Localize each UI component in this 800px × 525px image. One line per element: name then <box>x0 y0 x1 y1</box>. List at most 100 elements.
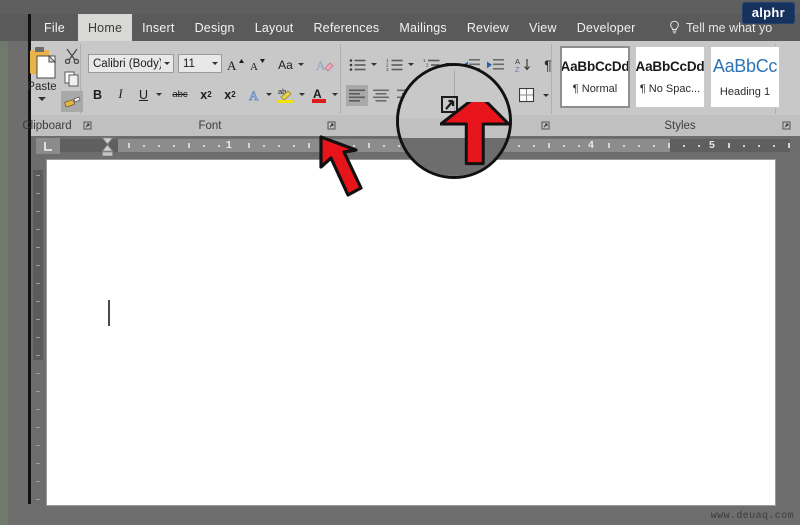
ribbon-tab-review[interactable]: Review <box>457 14 519 41</box>
font-color-caret[interactable] <box>329 84 340 105</box>
style-card-2[interactable]: AaBbCc Heading 1 <box>710 46 780 108</box>
style-card-0[interactable]: AaBbCcDd ¶ Normal <box>560 46 630 108</box>
svg-text:A: A <box>313 87 322 101</box>
ribbon-tab-file[interactable]: File <box>31 14 78 41</box>
ruler-tick <box>623 145 625 147</box>
borders-icon <box>519 88 535 103</box>
ruler-tick <box>698 145 700 147</box>
font-dialog-launcher[interactable] <box>327 121 336 130</box>
change-case-label: Aa <box>278 57 293 72</box>
style-card-1[interactable]: AaBbCcDd ¶ No Spac... <box>635 46 705 108</box>
format-painter-button[interactable] <box>61 91 83 112</box>
vertical-ruler-tick <box>36 175 40 176</box>
ribbon-tab-insert[interactable]: Insert <box>132 14 184 41</box>
text-effects-caret[interactable] <box>263 84 274 105</box>
font-color-button[interactable]: A <box>309 84 329 105</box>
word-application-window: File Home Insert Design Layout References Mail… <box>0 0 800 525</box>
text-effects-button[interactable]: A <box>246 84 264 105</box>
borders-caret[interactable] <box>540 85 551 106</box>
left-tab-icon <box>43 141 52 151</box>
ruler-tick <box>308 143 310 148</box>
strikethrough-button[interactable]: abc <box>167 84 193 105</box>
annotation-arrow-secondary <box>440 102 511 166</box>
shrink-font-button[interactable]: A <box>248 54 268 75</box>
tab-stop-selector[interactable] <box>36 138 60 154</box>
vertical-ruler-tick <box>36 391 40 392</box>
italic-button[interactable]: I <box>111 84 130 105</box>
site-watermark: www.deuaq.com <box>710 511 794 522</box>
clear-formatting-button[interactable]: A <box>314 54 336 75</box>
ruler-tick <box>218 145 220 147</box>
align-left-icon <box>349 89 365 102</box>
paragraph-dialog-launcher[interactable] <box>541 121 550 130</box>
ribbon-tab-layout[interactable]: Layout <box>245 14 304 41</box>
ruler-margin-right <box>670 139 790 152</box>
lightbulb-icon <box>670 20 679 34</box>
indent-markers[interactable] <box>101 137 114 157</box>
vertical-ruler-tick <box>36 355 40 356</box>
paste-label: Paste <box>27 81 57 93</box>
ribbon-tab-design[interactable]: Design <box>185 14 245 41</box>
ruler-tick <box>653 145 655 147</box>
superscript-button[interactable]: x2 <box>219 84 241 105</box>
styles-dialog-launcher[interactable] <box>782 121 791 130</box>
ruler-tick <box>278 145 280 147</box>
bold-label: B <box>92 87 103 102</box>
vertical-ruler-tick <box>36 211 40 212</box>
ruler-mark-4: 4 <box>588 139 594 151</box>
bold-button[interactable]: B <box>88 84 107 105</box>
paste-button[interactable]: Paste <box>20 46 64 112</box>
ribbon-tab-references[interactable]: References <box>303 14 389 41</box>
grow-font-button[interactable]: A <box>226 54 246 75</box>
subscript-button[interactable]: x2 <box>195 84 217 105</box>
bullets-caret[interactable] <box>368 54 379 75</box>
text-highlight-button[interactable]: ab <box>276 84 296 105</box>
superscript-base: x <box>224 87 232 102</box>
ruler-tick <box>788 143 790 148</box>
change-case-caret[interactable] <box>297 63 304 66</box>
ruler-tick <box>293 145 295 147</box>
group-divider-2 <box>340 44 341 114</box>
font-family-caret[interactable] <box>161 62 173 65</box>
document-page[interactable] <box>47 160 775 505</box>
underline-button[interactable]: U <box>134 84 153 105</box>
clipboard-dialog-launcher[interactable] <box>83 121 92 130</box>
italic-label: I <box>118 87 123 101</box>
align-left-button[interactable] <box>346 85 368 106</box>
font-size-combo[interactable]: 11 <box>178 54 222 73</box>
pilcrow-icon: ¶ <box>544 56 552 73</box>
show-formatting-marks-button[interactable]: ¶ <box>540 54 556 75</box>
underline-label: U <box>138 87 149 102</box>
ruler-tick <box>728 143 730 148</box>
vertical-ruler-tick <box>36 427 40 428</box>
ruler-tick <box>743 145 745 147</box>
align-center-button[interactable] <box>370 85 392 106</box>
ruler-tick <box>608 143 610 148</box>
copy-button[interactable] <box>61 68 83 89</box>
bullets-button[interactable] <box>346 54 368 75</box>
borders-button[interactable] <box>516 85 538 106</box>
font-family-combo[interactable]: Calibri (Body) <box>88 54 174 73</box>
scissors-icon <box>64 48 80 64</box>
ribbon-tab-mailings[interactable]: Mailings <box>389 14 456 41</box>
ruler-tick <box>578 145 580 147</box>
vertical-ruler-tick <box>36 193 40 194</box>
ribbon-tab-developer[interactable]: Developer <box>567 14 646 41</box>
vertical-ruler-tick <box>36 373 40 374</box>
font-family-value: Calibri (Body) <box>93 57 161 70</box>
sort-button[interactable]: A Z <box>513 54 535 75</box>
ribbon-tab-home[interactable]: Home <box>77 14 133 41</box>
ruler-tick <box>518 145 520 147</box>
cut-button[interactable] <box>61 45 83 66</box>
paste-dropdown-caret[interactable] <box>38 97 46 101</box>
style-name-0: ¶ Normal <box>572 83 618 95</box>
underline-caret[interactable] <box>153 84 165 105</box>
vertical-ruler-tick <box>36 319 40 320</box>
change-case-button[interactable]: Aa <box>274 54 308 75</box>
svg-text:3: 3 <box>386 67 389 72</box>
highlight-caret[interactable] <box>296 84 307 105</box>
ruler-tick <box>143 145 145 147</box>
ruler-tick <box>128 143 130 148</box>
font-size-caret[interactable] <box>209 62 221 65</box>
ribbon-tab-view[interactable]: View <box>519 14 567 41</box>
